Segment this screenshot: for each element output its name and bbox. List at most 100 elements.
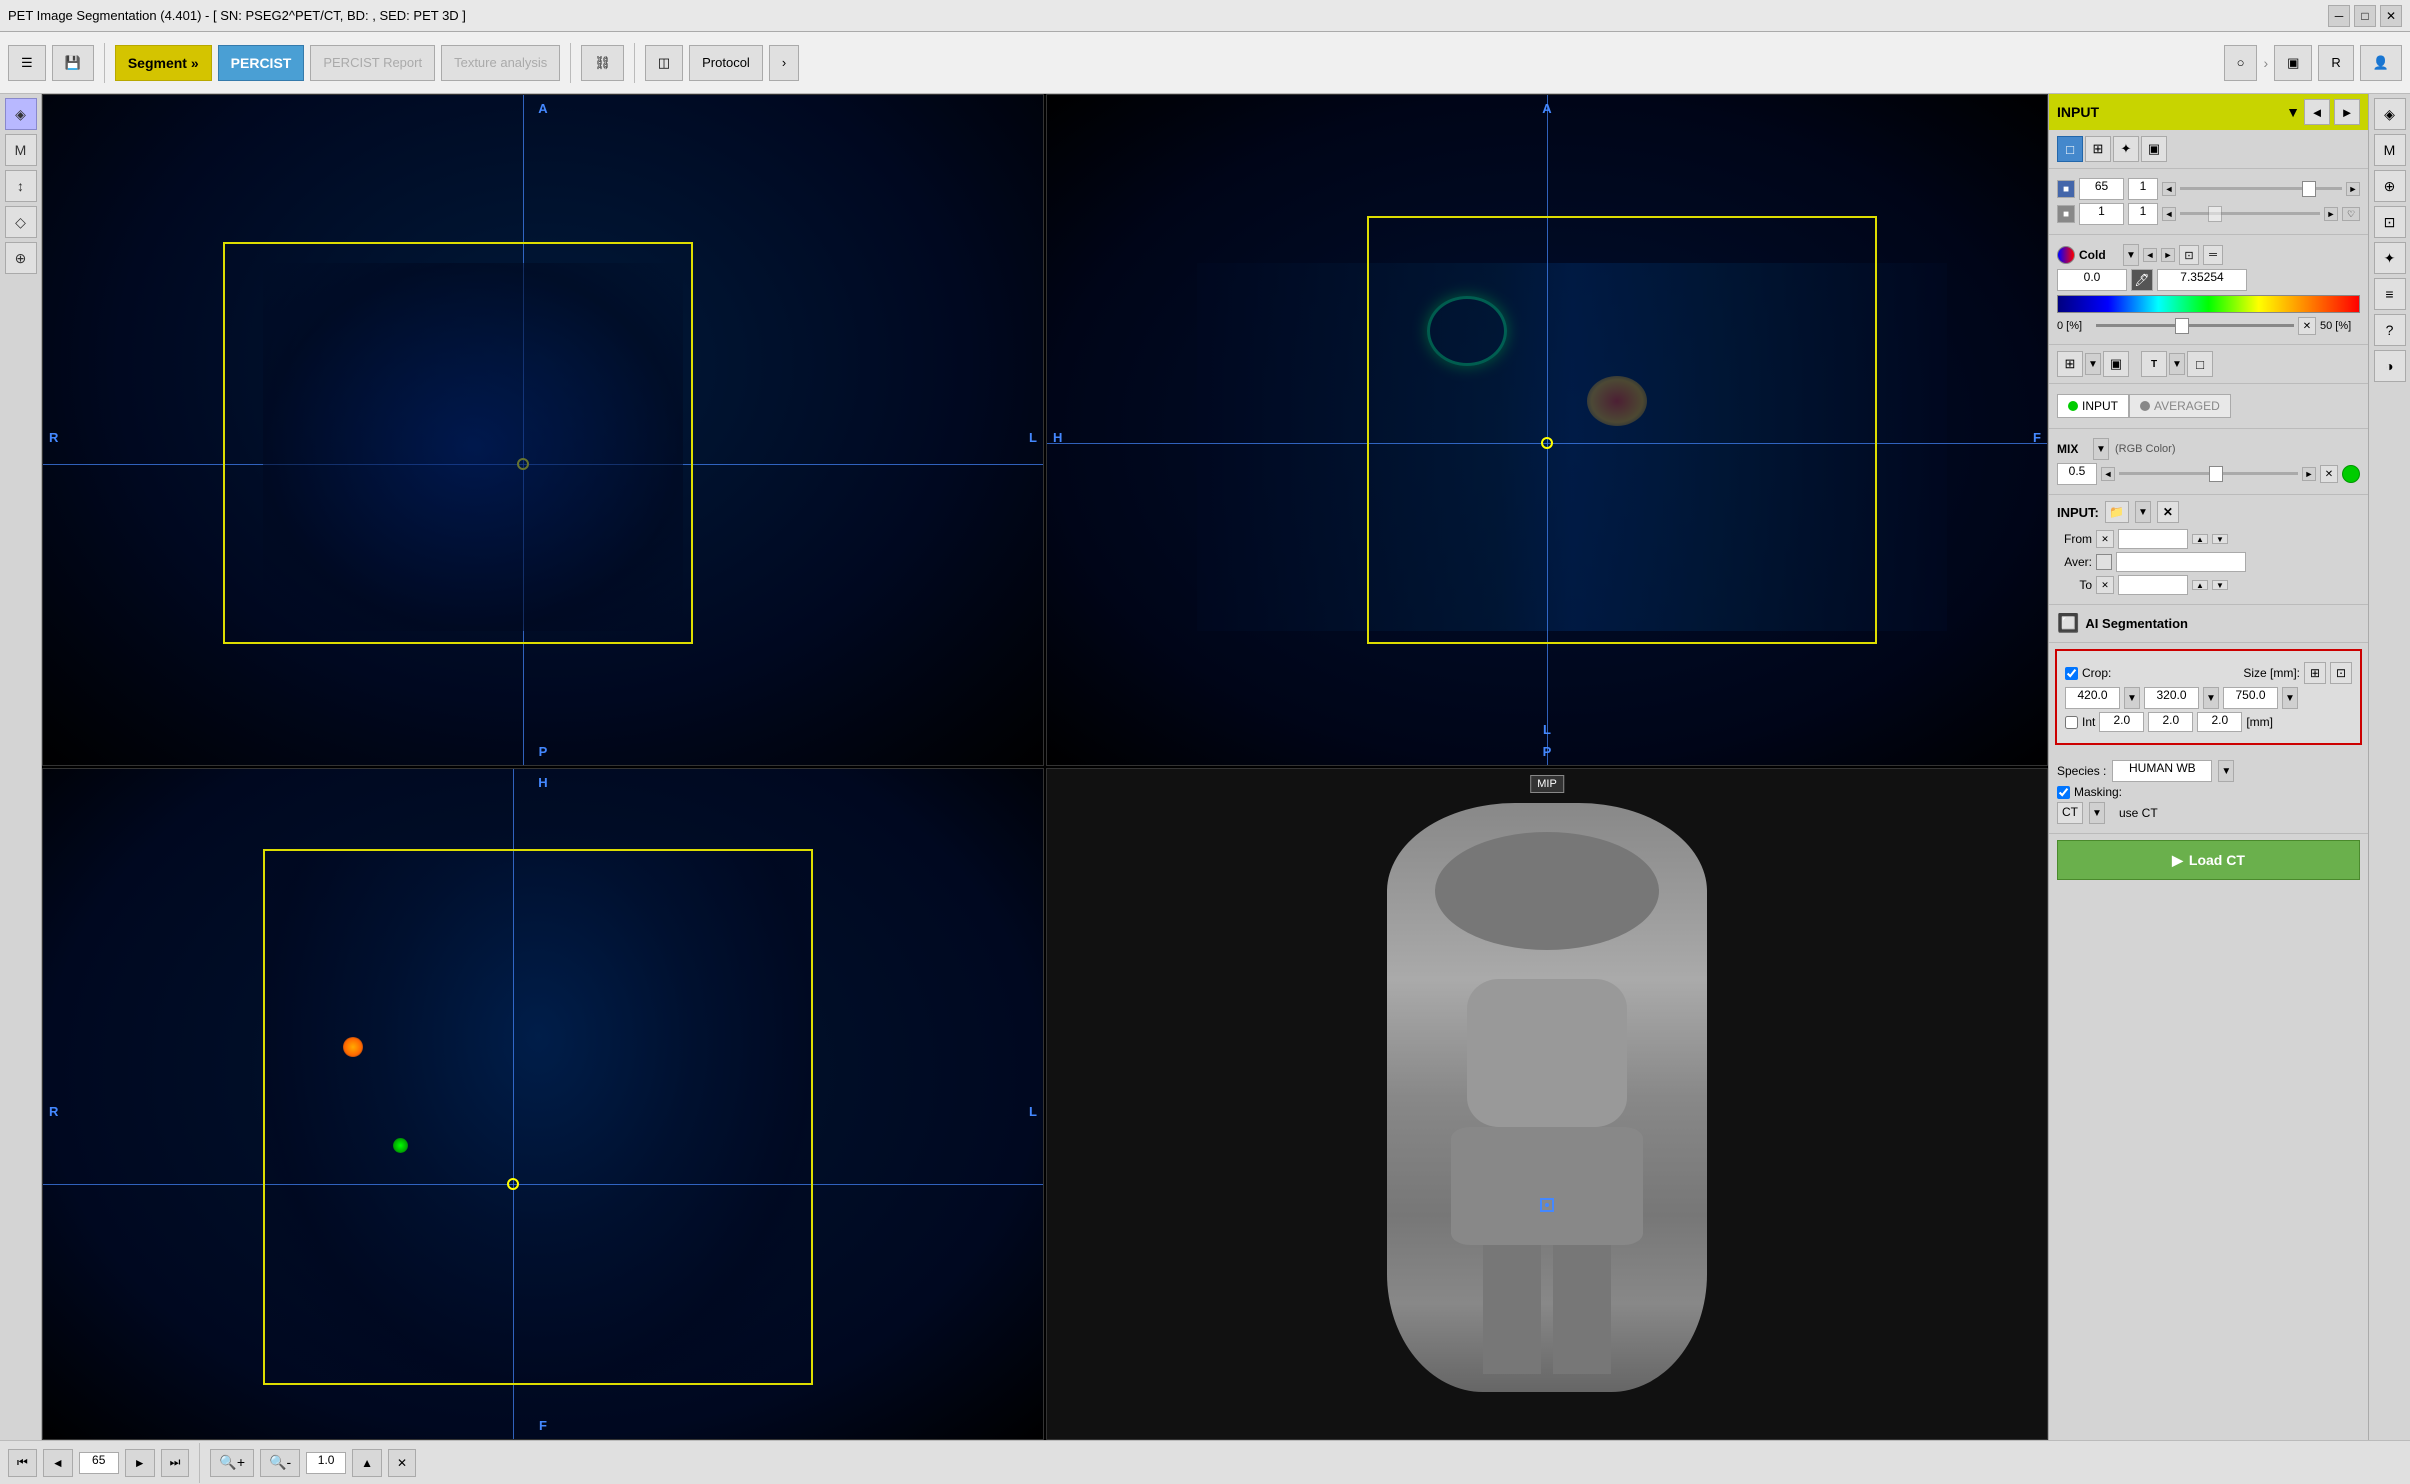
pct-close-btn[interactable]: ✕ — [2298, 317, 2316, 335]
pct-slider[interactable] — [2096, 318, 2294, 334]
input-close-btn[interactable]: ✕ — [2157, 501, 2179, 523]
last-frame-btn[interactable]: ⏭ — [161, 1449, 190, 1477]
slider-left-arrow-1[interactable]: ◄ — [2162, 182, 2176, 196]
int-x-input[interactable]: 2.0 — [2099, 712, 2144, 732]
right-strip-btn-4[interactable]: ⊡ — [2374, 206, 2406, 238]
slider-val-1[interactable]: 65 — [2079, 178, 2124, 200]
right-strip-btn-7[interactable]: ? — [2374, 314, 2406, 346]
percist-report-button[interactable]: PERCIST Report — [310, 45, 435, 81]
menu-button[interactable]: ☰ — [8, 45, 46, 81]
aver-input[interactable] — [2116, 552, 2246, 572]
display-icon-1[interactable]: ⊞ — [2057, 351, 2083, 377]
crop-grid-icon[interactable]: ⊞ — [2304, 662, 2326, 684]
mix-slider-track[interactable] — [2119, 466, 2298, 482]
zoom-close-btn[interactable]: ✕ — [388, 1449, 416, 1477]
from-input[interactable] — [2118, 529, 2188, 549]
crop-y-dropdown[interactable]: ▼ — [2203, 687, 2219, 709]
display-mode-2-btn[interactable]: ⊞ — [2085, 136, 2111, 162]
display-mode-4-btn[interactable]: ▣ — [2141, 136, 2167, 162]
maximize-button[interactable]: □ — [2354, 5, 2376, 27]
tab-averaged[interactable]: AVERAGED — [2129, 394, 2231, 418]
crop-checkbox-label[interactable]: Crop: — [2065, 666, 2111, 680]
crop-x-dropdown[interactable]: ▼ — [2124, 687, 2140, 709]
display-mode-3-btn[interactable]: ✦ — [2113, 136, 2139, 162]
slider-track-1[interactable] — [2180, 181, 2342, 197]
view-button[interactable]: ◫ — [645, 45, 683, 81]
ct-select[interactable]: CT — [2057, 802, 2083, 824]
colormap-right-arrow[interactable]: ► — [2161, 248, 2175, 262]
int-checkbox[interactable] — [2065, 716, 2078, 729]
protocol-button[interactable]: Protocol — [689, 45, 763, 81]
display-mode-1-btn[interactable]: □ — [2057, 136, 2083, 162]
to-input[interactable] — [2118, 575, 2188, 595]
left-strip-btn-2[interactable]: M — [5, 134, 37, 166]
crop-y-input[interactable]: 320.0 — [2144, 687, 2199, 709]
int-z-input[interactable]: 2.0 — [2197, 712, 2242, 732]
chevron-button[interactable]: › — [769, 45, 799, 81]
right-strip-btn-1[interactable]: ◈ — [2374, 98, 2406, 130]
save-button[interactable]: 💾 — [52, 45, 94, 81]
slider-right-arrow-1[interactable]: ► — [2346, 182, 2360, 196]
close-button[interactable]: ✕ — [2380, 5, 2402, 27]
masking-label[interactable]: Masking: — [2057, 785, 2122, 799]
slider-left-arrow-2[interactable]: ◄ — [2162, 207, 2176, 221]
from-stepper-up[interactable]: ▲ — [2192, 534, 2208, 544]
aver-checkbox[interactable] — [2096, 554, 2112, 570]
zoom-out-btn[interactable]: 🔍- — [260, 1449, 300, 1477]
prev-frame-btn[interactable]: ◄ — [43, 1449, 73, 1477]
right-strip-btn-3[interactable]: ⊕ — [2374, 170, 2406, 202]
int-y-input[interactable]: 2.0 — [2148, 712, 2193, 732]
left-strip-btn-1[interactable]: ◈ — [5, 98, 37, 130]
display-icon-3[interactable]: T — [2141, 351, 2167, 377]
colormap-settings-btn[interactable]: ⊡ — [2179, 245, 2199, 265]
minimize-button[interactable]: ─ — [2328, 5, 2350, 27]
r-button[interactable]: R — [2318, 45, 2353, 81]
panel-right-btn[interactable]: ► — [2334, 99, 2360, 125]
load-ct-button[interactable]: ▶ Load CT — [2057, 840, 2360, 880]
from-stepper-down[interactable]: ▼ — [2212, 534, 2228, 544]
tab-input[interactable]: INPUT — [2057, 394, 2129, 418]
next-frame-btn[interactable]: ► — [125, 1449, 155, 1477]
crop-z-input[interactable]: 750.0 — [2223, 687, 2278, 709]
colormap-max-input[interactable]: 7.35254 — [2157, 269, 2247, 291]
mix-right-arrow[interactable]: ► — [2302, 467, 2316, 481]
species-dropdown[interactable]: ▼ — [2218, 760, 2234, 782]
frame-number-input[interactable]: 65 — [79, 1452, 119, 1474]
link-button[interactable]: ⛓ — [581, 45, 624, 81]
to-stepper-down[interactable]: ▼ — [2212, 580, 2228, 590]
mix-value-input[interactable]: 0.5 — [2057, 463, 2097, 485]
slider-val-2[interactable]: 1 — [2128, 178, 2158, 200]
window-button[interactable]: ▣ — [2274, 45, 2312, 81]
viewport-bottom-right[interactable]: MIP — [1046, 768, 2048, 1440]
slider-val-3[interactable]: 1 — [2079, 203, 2124, 225]
crop-z-dropdown[interactable]: ▼ — [2282, 687, 2298, 709]
right-strip-btn-8[interactable]: ◑ — [2374, 350, 2406, 382]
left-strip-btn-5[interactable]: ⊕ — [5, 242, 37, 274]
slider-val-4[interactable]: 1 — [2128, 203, 2158, 225]
to-x-btn[interactable]: ✕ — [2096, 576, 2114, 594]
display-icon-2[interactable]: ▣ — [2103, 351, 2129, 377]
first-frame-btn[interactable]: ⏮ — [8, 1449, 37, 1477]
species-input[interactable]: HUMAN WB — [2112, 760, 2212, 782]
left-strip-btn-3[interactable]: ↕ — [5, 170, 37, 202]
to-stepper-up[interactable]: ▲ — [2192, 580, 2208, 590]
colormap-min-input[interactable]: 0.0 — [2057, 269, 2127, 291]
colormap-left-arrow[interactable]: ◄ — [2143, 248, 2157, 262]
heart-btn[interactable]: ♡ — [2342, 207, 2360, 221]
viewport-top-right[interactable]: PSEG2^PET/CT Whole Body Tumor — [1046, 94, 2048, 766]
user-button[interactable]: 👤 — [2360, 45, 2402, 81]
mix-dropdown[interactable]: ▼ — [2093, 438, 2109, 460]
input-folder-dropdown[interactable]: ▼ — [2135, 501, 2151, 523]
crop-tool-icon[interactable]: ⊡ — [2330, 662, 2352, 684]
input-folder-btn[interactable]: 📁 — [2105, 501, 2129, 523]
crop-checkbox[interactable] — [2065, 667, 2078, 680]
zoom-up-btn[interactable]: ▲ — [352, 1449, 382, 1477]
zoom-in-btn[interactable]: 🔍+ — [210, 1449, 254, 1477]
mix-left-arrow[interactable]: ◄ — [2101, 467, 2115, 481]
zoom-input[interactable]: 1.0 — [306, 1452, 346, 1474]
right-strip-btn-2[interactable]: M — [2374, 134, 2406, 166]
segment-button[interactable]: Segment » — [115, 45, 212, 81]
ct-dropdown[interactable]: ▼ — [2089, 802, 2105, 824]
right-strip-btn-6[interactable]: ≡ — [2374, 278, 2406, 310]
from-x-btn[interactable]: ✕ — [2096, 530, 2114, 548]
